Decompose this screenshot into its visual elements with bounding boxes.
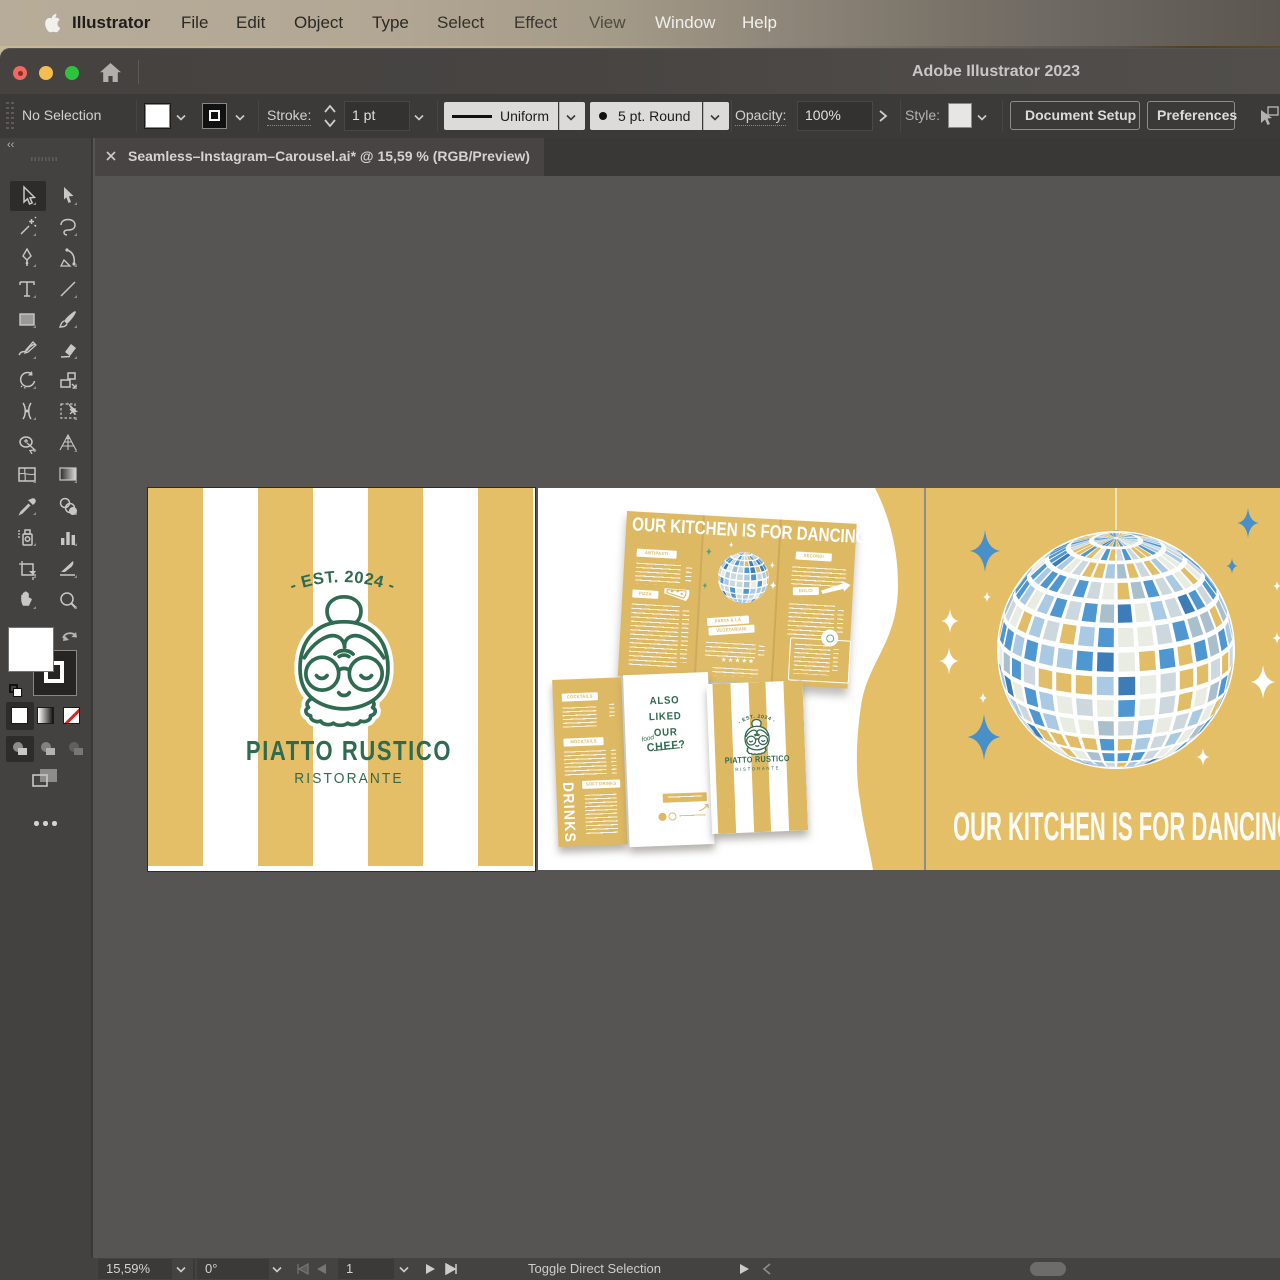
svg-text:- EST. 2024 -: - EST. 2024 - <box>737 713 777 725</box>
